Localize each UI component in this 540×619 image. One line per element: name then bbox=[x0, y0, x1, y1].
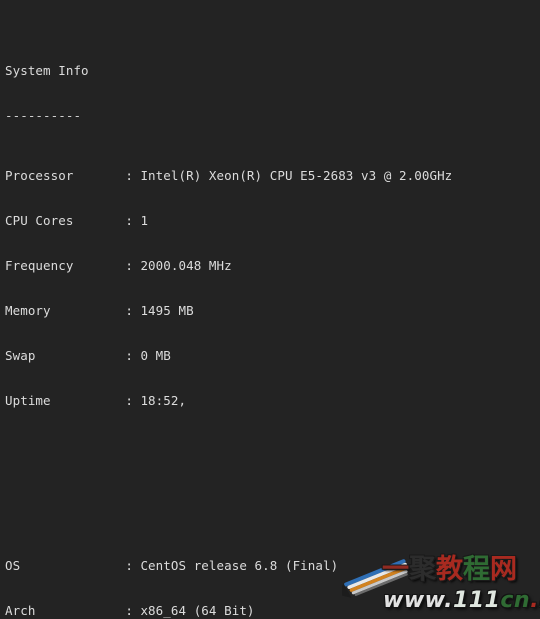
system-info-row: Processor: Intel(R) Xeon(R) CPU E5-2683 v… bbox=[5, 168, 452, 183]
row-separator: : bbox=[125, 168, 134, 183]
watermark-char-5: 网 bbox=[490, 554, 517, 585]
system-info-row: CPU Cores:1 bbox=[5, 213, 452, 228]
row-separator: : bbox=[125, 303, 134, 318]
row-separator: : bbox=[125, 348, 134, 363]
row-value: 1495 MB bbox=[140, 303, 194, 318]
watermark-url-part-2: 111 bbox=[452, 588, 501, 613]
terminal-window: System Info ---------- Processor: Intel(R… bbox=[0, 0, 540, 619]
row-separator: : bbox=[125, 603, 134, 618]
watermark-url-part-4: . bbox=[530, 588, 539, 613]
row-key: Uptime bbox=[5, 393, 51, 408]
row-value: Intel(R) Xeon(R) CPU E5-2683 v3 @ 2.00GH… bbox=[140, 168, 453, 183]
system-info-row: Swap:0 MB bbox=[5, 348, 452, 363]
row-value: 1 bbox=[140, 213, 149, 228]
row-value: 0 MB bbox=[140, 348, 171, 363]
row-separator: : bbox=[125, 393, 134, 408]
system-info-rule: ---------- bbox=[5, 108, 452, 123]
terminal-output: System Info ---------- Processor: Intel(R… bbox=[5, 3, 452, 619]
system-info-row: Uptime:18:52, bbox=[5, 393, 452, 408]
row-key: CPU Cores bbox=[5, 213, 74, 228]
row-separator: : bbox=[125, 558, 134, 573]
row-value: 18:52, bbox=[140, 393, 187, 408]
system-info-row: Frequency:2000.048 MHz bbox=[5, 258, 452, 273]
system-info-row: OS: CentOS release 6.8 (Final) bbox=[5, 558, 452, 573]
system-info-heading-text: System Info bbox=[5, 63, 89, 78]
system-info-rule-text: ---------- bbox=[5, 108, 82, 123]
system-info-row: Arch: x86_64 (64 Bit) bbox=[5, 603, 452, 618]
row-key: Processor bbox=[5, 168, 74, 183]
row-key: Swap bbox=[5, 348, 36, 363]
row-separator: : bbox=[125, 258, 134, 273]
watermark-char-4: 程 bbox=[463, 554, 490, 585]
row-key: Frequency bbox=[5, 258, 74, 273]
row-separator: : bbox=[125, 213, 134, 228]
system-info-row: Memory:1495 MB bbox=[5, 303, 452, 318]
system-info-heading: System Info bbox=[5, 63, 452, 78]
row-key: OS bbox=[5, 558, 21, 573]
row-value: CentOS release 6.8 (Final) bbox=[140, 558, 339, 573]
watermark-url-part-3: cn bbox=[500, 588, 531, 613]
row-key: Arch bbox=[5, 603, 36, 618]
row-value: x86_64 (64 Bit) bbox=[140, 603, 255, 618]
row-key: Memory bbox=[5, 303, 51, 318]
row-value: 2000.048 MHz bbox=[140, 258, 232, 273]
